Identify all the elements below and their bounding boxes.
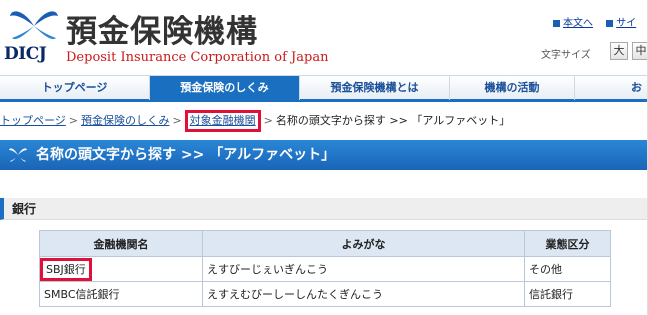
breadcrumb-target-institutions-highlight: 対象金融機関 (184, 110, 261, 132)
table-row: SBJ銀行 えすびーじぇいぎんこう その他 (39, 256, 611, 282)
tab-activities[interactable]: 機構の活動 (450, 76, 575, 100)
page-title-bar: 名称の頭文字から探す >> 「アルファベット」 (0, 140, 648, 170)
breadcrumb-separator: > (172, 114, 182, 127)
breadcrumb-current: 名称の頭文字から探す >> 「アルファベット」 (275, 114, 511, 127)
org-name-jp[interactable]: 預金保険機構 (66, 6, 258, 51)
breadcrumb-separator: > (263, 114, 273, 127)
institution-table: 金融機関名 よみがな 業態区分 SBJ銀行 えすびーじぇいぎんこう その他 SM… (39, 230, 611, 307)
sitemap-link[interactable]: サイ (606, 18, 636, 29)
page-title: 名称の頭文字から探す >> 「アルファベット」 (36, 147, 336, 163)
tab-about-dicj[interactable]: 預金保険機構とは (300, 76, 450, 100)
reading-cell: えすえむびーしーしんたくぎんこう (202, 281, 525, 307)
font-size-large-button[interactable]: 大 (610, 42, 628, 60)
square-bullet-icon (553, 19, 560, 27)
institution-name-link[interactable]: SBJ銀行 (46, 263, 86, 276)
breadcrumb-separator: > (68, 114, 78, 127)
font-size-label: 文字サイズ (541, 50, 591, 61)
section-heading-text: 銀行 (12, 202, 37, 216)
column-header-category: 業態区分 (524, 230, 611, 257)
institution-name-highlight: SBJ銀行 (40, 257, 92, 281)
table-row: SMBC信託銀行 えすえむびーしーしんたくぎんこう 信託銀行 (39, 281, 611, 307)
tab-top-page[interactable]: トップページ (0, 76, 150, 100)
utility-links: 本文へ サイ (553, 14, 646, 29)
category-cell: その他 (524, 256, 611, 282)
dicj-logo-icon[interactable] (6, 4, 62, 46)
institution-name-cell[interactable]: SMBC信託銀行 (39, 281, 203, 307)
dicj-emblem-icon (9, 148, 27, 162)
global-nav: トップページ 預金保険のしくみ 預金保険機構とは 機構の活動 お (0, 75, 648, 102)
logo-abbreviation: DICJ (4, 44, 47, 64)
institution-name-cell: SBJ銀行 (39, 256, 203, 282)
tab-deposit-insurance-system[interactable]: 預金保険のしくみ (150, 76, 300, 100)
square-bullet-icon (606, 19, 614, 27)
column-header-name: 金融機関名 (39, 230, 203, 257)
breadcrumb-target-institutions[interactable]: 対象金融機関 (190, 114, 256, 127)
section-heading: 銀行 (0, 198, 648, 220)
org-name-en: Deposit Insurance Corporation of Japan (66, 50, 329, 65)
category-cell: 信託銀行 (524, 281, 611, 307)
column-header-reading: よみがな (202, 230, 525, 257)
site-header: DICJ 預金保険機構 Deposit Insurance Corporatio… (0, 0, 648, 74)
font-size-medium-button[interactable]: 中 (632, 42, 648, 60)
breadcrumb-deposit-insurance[interactable]: 預金保険のしくみ (81, 114, 169, 127)
table-header-row: 金融機関名 よみがな 業態区分 (39, 230, 611, 257)
breadcrumb: トップページ > 預金保険のしくみ > 対象金融機関 > 名称の頭文字から探す >> 「アル… (0, 110, 510, 132)
skip-to-content-link[interactable]: 本文へ (553, 18, 593, 29)
reading-cell: えすびーじぇいぎんこう (202, 256, 525, 282)
breadcrumb-top-page[interactable]: トップページ (0, 114, 66, 127)
tab-overflow[interactable]: お (575, 76, 648, 100)
